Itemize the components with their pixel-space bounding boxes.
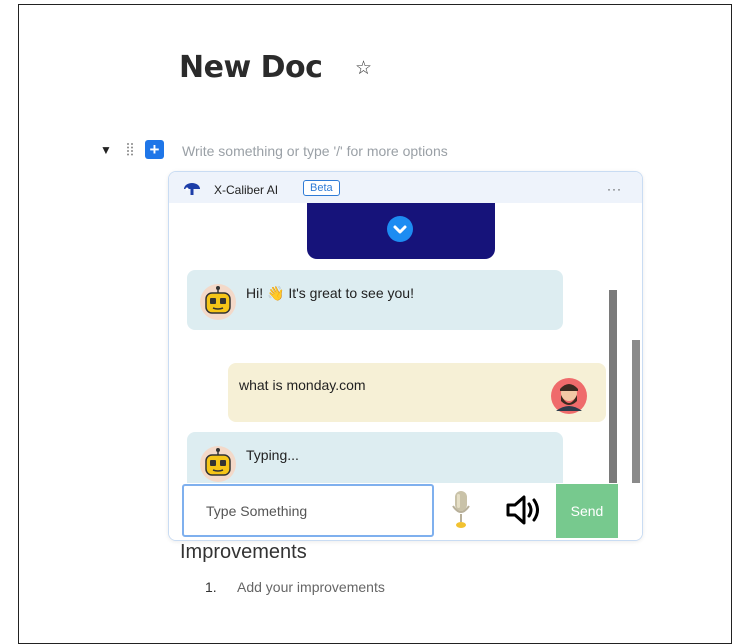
chat-app-name: X-Caliber AI	[214, 183, 279, 197]
chat-input-row: Send	[169, 483, 642, 540]
speaker-icon[interactable]	[505, 493, 545, 527]
drag-handle-icon[interactable]	[126, 142, 134, 156]
add-block-button[interactable]: +	[145, 140, 164, 159]
list-item[interactable]: 1. Add your improvements	[205, 579, 385, 595]
app-logo-icon	[184, 183, 200, 195]
list-item-text: Add your improvements	[237, 579, 385, 595]
bot-avatar-icon	[200, 446, 236, 482]
chat-message: Hi! 👋 It's great to see you!	[187, 270, 563, 330]
list-number: 1.	[205, 579, 217, 595]
chat-message: what is monday.com	[228, 363, 606, 422]
message-text: Typing...	[246, 447, 299, 463]
message-text: Hi! 👋 It's great to see you!	[246, 285, 414, 301]
chat-message-input[interactable]	[182, 484, 434, 537]
chat-header: X-Caliber AI Beta ···	[169, 172, 642, 203]
user-avatar-icon	[551, 378, 587, 414]
message-text: what is monday.com	[239, 377, 366, 393]
caret-down-icon[interactable]: ▼	[100, 143, 112, 157]
block-placeholder[interactable]: Write something or type '/' for more opt…	[182, 143, 448, 159]
media-card	[307, 203, 495, 259]
section-heading[interactable]: Improvements	[180, 541, 307, 564]
chat-widget: X-Caliber AI Beta ··· Hi! 👋 It's great t…	[168, 171, 643, 541]
block-row: ▼ + Write something or type '/' for more…	[100, 139, 600, 163]
chat-message: Typing...	[187, 432, 563, 484]
send-button[interactable]: Send	[556, 484, 618, 538]
more-options-icon[interactable]: ···	[607, 182, 622, 196]
message-list[interactable]: Hi! 👋 It's great to see you! what is mon…	[169, 203, 632, 484]
bot-avatar-icon	[200, 284, 236, 320]
star-icon[interactable]: ☆	[355, 57, 372, 80]
microphone-icon[interactable]	[449, 488, 473, 532]
page-title[interactable]: New Doc	[179, 50, 323, 85]
scrollbar-thumb[interactable]	[632, 340, 640, 485]
inner-scrollbar-thumb[interactable]	[609, 290, 617, 484]
chevron-down-icon[interactable]	[387, 216, 413, 242]
beta-badge: Beta	[303, 180, 340, 196]
